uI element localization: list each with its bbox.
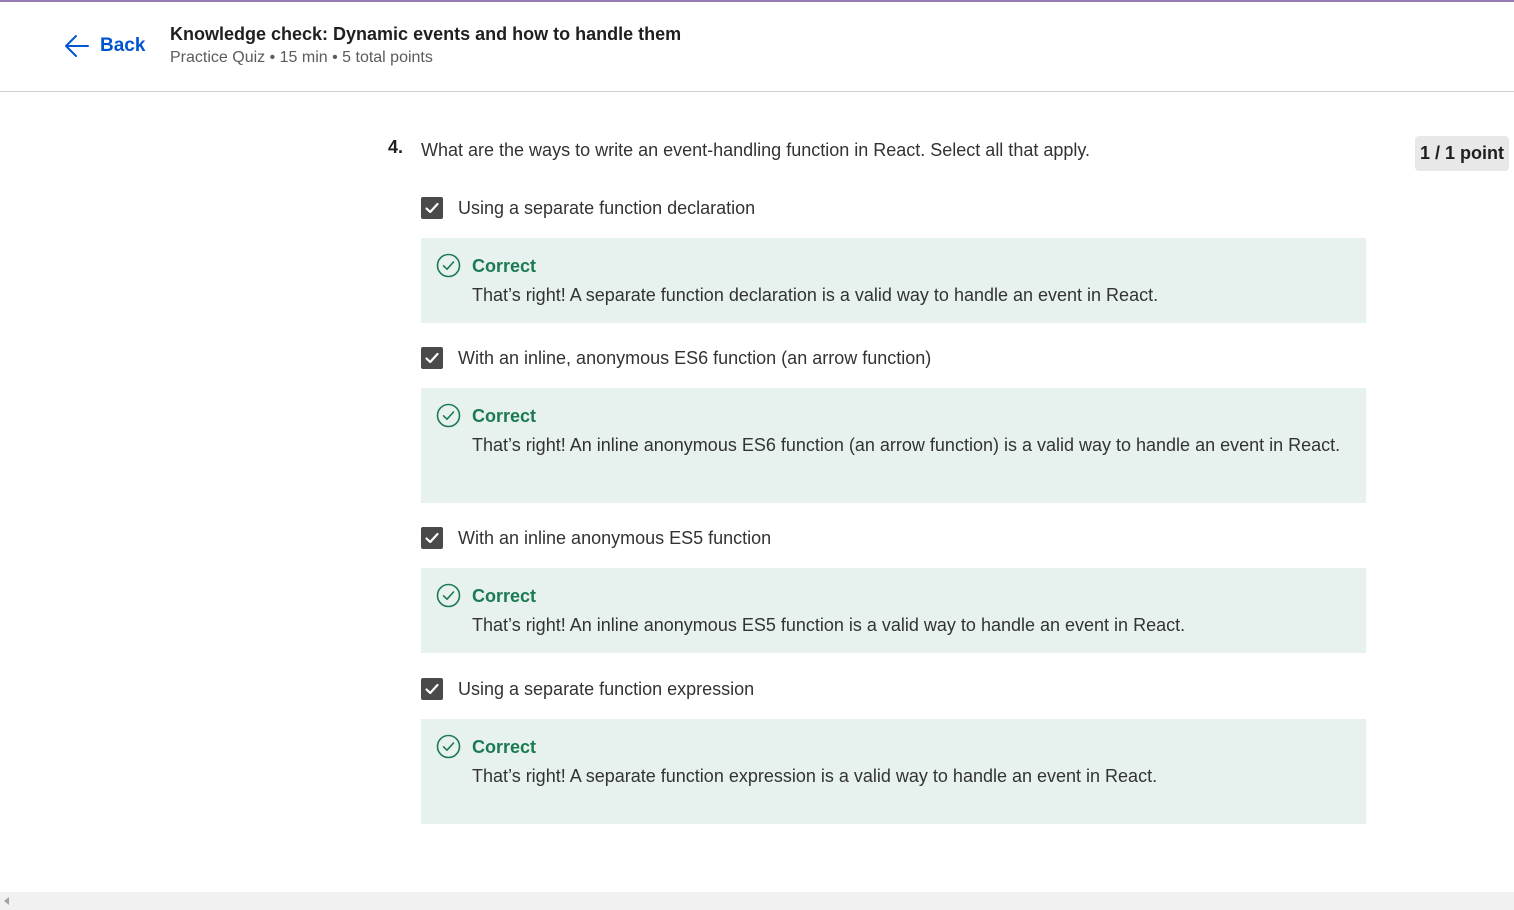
answer-checkbox[interactable]: [421, 347, 443, 369]
back-button[interactable]: Back: [62, 32, 145, 60]
question-text: What are the ways to write an event-hand…: [421, 140, 1091, 160]
checkmark-icon: [425, 352, 439, 364]
answer-option[interactable]: With an inline, anonymous ES6 function (…: [421, 346, 931, 370]
feedback-title: Correct: [472, 737, 537, 757]
arrow-left-icon: [62, 32, 90, 60]
feedback-text: That’s right! A separate function expres…: [472, 766, 1158, 786]
feedback-panel: Correct That’s right! A separate functio…: [421, 238, 1366, 323]
answer-label: Using a separate function declaration: [458, 198, 756, 218]
answer-option[interactable]: Using a separate function expression: [421, 677, 754, 701]
answer-checkbox[interactable]: [421, 527, 443, 549]
feedback-panel: Correct That’s right! An inline anonymou…: [421, 388, 1366, 503]
quiz-meta: Practice Quiz • 15 min • 5 total points: [170, 49, 433, 66]
checkmark-icon: [425, 532, 439, 544]
checkmark-icon: [425, 202, 439, 214]
feedback-title: Correct: [472, 406, 537, 426]
answer-checkbox[interactable]: [421, 197, 443, 219]
quiz-title: Knowledge check: Dynamic events and how …: [170, 24, 682, 44]
scroll-left-arrow-icon[interactable]: [4, 897, 9, 905]
feedback-text: That’s right! A separate function declar…: [472, 285, 1159, 305]
answer-option[interactable]: Using a separate function declaration: [421, 196, 755, 220]
feedback-text: That’s right! An inline anonymous ES6 fu…: [472, 435, 1341, 455]
feedback-text: That’s right! An inline anonymous ES5 fu…: [472, 615, 1186, 635]
answer-option[interactable]: With an inline anonymous ES5 function: [421, 526, 771, 550]
quiz-header: Back Knowledge check: Dynamic events and…: [0, 2, 1514, 92]
feedback-panel: Correct That’s right! A separate functio…: [421, 719, 1366, 824]
question-number: 4.: [388, 137, 404, 157]
feedback-title: Correct: [472, 586, 537, 606]
answer-label: Using a separate function expression: [458, 679, 755, 699]
points-badge: 1 / 1 point: [1415, 136, 1509, 171]
check-circle-icon: [436, 253, 461, 278]
back-label: Back: [100, 35, 146, 56]
answer-checkbox[interactable]: [421, 678, 443, 700]
feedback-title: Correct: [472, 256, 537, 276]
check-circle-icon: [436, 583, 461, 608]
answer-label: With an inline anonymous ES5 function: [458, 528, 772, 548]
answer-label: With an inline, anonymous ES6 function (…: [458, 348, 932, 368]
feedback-panel: Correct That’s right! An inline anonymou…: [421, 568, 1366, 653]
horizontal-scrollbar[interactable]: [0, 892, 1514, 910]
checkmark-icon: [425, 683, 439, 695]
title-block: Knowledge check: Dynamic events and how …: [170, 22, 681, 69]
check-circle-icon: [436, 403, 461, 428]
check-circle-icon: [436, 734, 461, 759]
